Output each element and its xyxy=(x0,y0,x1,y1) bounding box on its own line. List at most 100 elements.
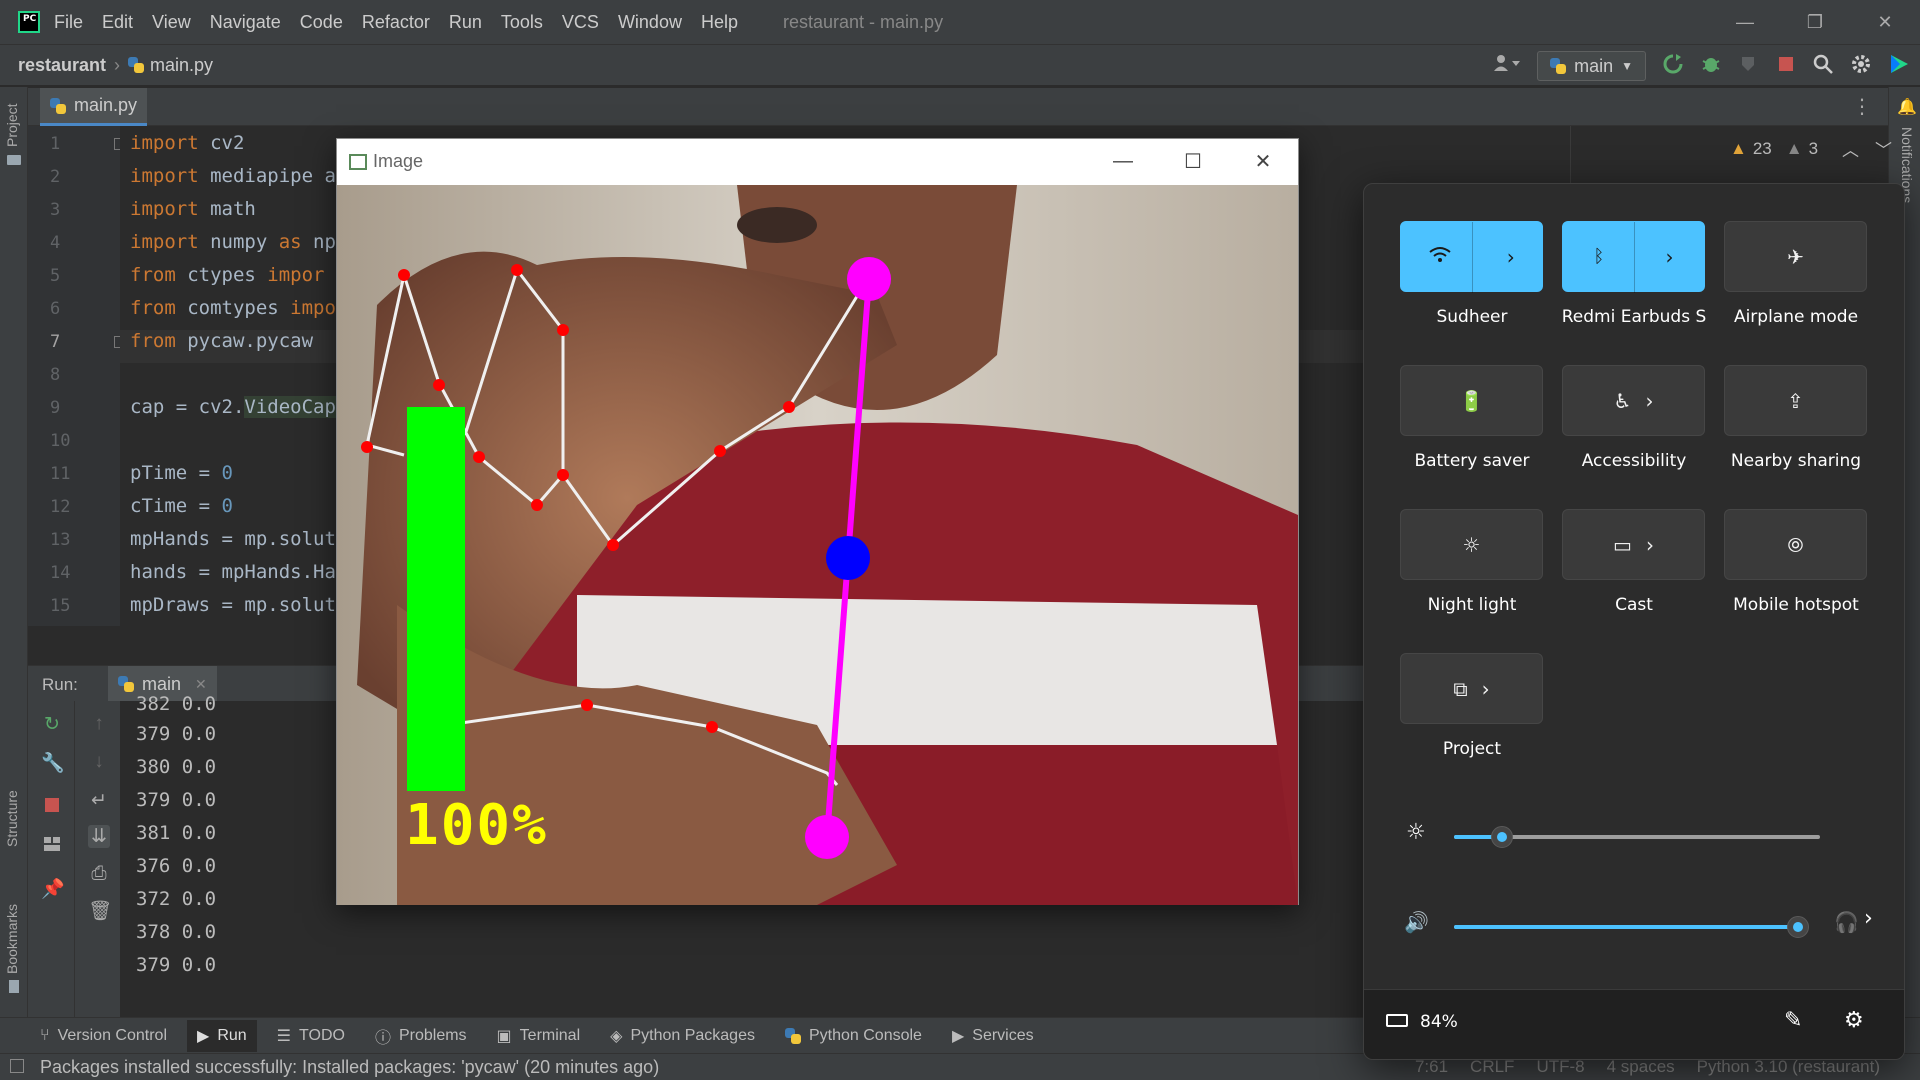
night-light-tile[interactable]: ☼ xyxy=(1400,509,1543,580)
line-number: 15 xyxy=(50,596,71,616)
terminal-tool[interactable]: ▣ Terminal xyxy=(497,1026,581,1046)
chevron-right-icon[interactable]: › xyxy=(1665,245,1673,269)
wrench-icon[interactable]: 🔧 xyxy=(41,751,65,775)
mobile-hotspot-label: Mobile hotspot xyxy=(1733,595,1859,615)
previous-highlight-icon[interactable]: ︿ xyxy=(1842,136,1859,161)
brightness-slider[interactable] xyxy=(1454,826,1820,848)
settings-gear-icon[interactable] xyxy=(1850,53,1872,80)
speaker-icon[interactable]: 🔊 xyxy=(1404,910,1429,934)
close-tab-icon[interactable]: ✕ xyxy=(195,676,207,693)
version-control-tool[interactable]: ⑂ Version Control xyxy=(40,1027,167,1045)
pin-icon[interactable]: 📌 xyxy=(41,877,65,901)
opencv-image-window[interactable]: Image — ☐ ✕ 100% xyxy=(336,138,1299,905)
brightness-icon: ☼ xyxy=(1462,532,1481,557)
battery-saver-label: Battery saver xyxy=(1414,451,1530,471)
restore-button[interactable]: ❐ xyxy=(1780,0,1850,44)
structure-tool-tab[interactable]: Structure xyxy=(4,790,20,847)
file-encoding[interactable]: UTF-8 xyxy=(1536,1057,1584,1077)
arrow-up-icon[interactable]: ↑ xyxy=(88,713,110,735)
breadcrumb-project[interactable]: restaurant xyxy=(18,55,106,76)
stop-icon[interactable] xyxy=(1776,54,1796,79)
run-config-selector[interactable]: main ▼ xyxy=(1537,51,1646,81)
airplane-mode-tile[interactable]: ✈ xyxy=(1724,221,1867,292)
line-separator[interactable]: CRLF xyxy=(1470,1057,1514,1077)
tab-main-py[interactable]: main.py xyxy=(40,88,148,126)
weak-warning-icon: ▲ xyxy=(1785,138,1803,158)
bookmarks-tool-tab[interactable]: Bookmarks xyxy=(4,904,20,974)
mobile-hotspot-tile[interactable]: ⦾ xyxy=(1724,509,1867,580)
python-interpreter[interactable]: Python 3.10 (restaurant) xyxy=(1697,1057,1880,1077)
cast-tile[interactable]: ▭ › xyxy=(1562,509,1705,580)
volume-slider[interactable] xyxy=(1454,916,1809,938)
image-close-button[interactable]: ✕ xyxy=(1228,139,1298,184)
debug-icon[interactable] xyxy=(1700,53,1722,80)
more-options-icon[interactable]: ⋮ xyxy=(1852,94,1872,119)
menu-file[interactable]: File xyxy=(54,12,83,33)
menu-code[interactable]: Code xyxy=(300,12,343,33)
rerun-icon[interactable]: ↻ xyxy=(41,713,63,736)
volume-slider-thumb[interactable] xyxy=(1787,916,1809,938)
menu-run[interactable]: Run xyxy=(449,12,482,33)
arrow-down-icon[interactable]: ↓ xyxy=(88,751,110,773)
image-minimize-button[interactable]: — xyxy=(1088,139,1158,184)
layout-icon[interactable] xyxy=(41,836,63,858)
branch-icon: ⑂ xyxy=(40,1026,50,1044)
project-tool-tab[interactable]: Project xyxy=(4,103,20,147)
menu-refactor[interactable]: Refactor xyxy=(362,12,430,33)
caret-position[interactable]: 7:61 xyxy=(1415,1057,1448,1077)
scroll-to-end-icon[interactable]: ⇊ xyxy=(88,825,110,848)
status-toggle-icon[interactable] xyxy=(10,1059,24,1073)
status-message[interactable]: Packages installed successfully: Install… xyxy=(40,1057,659,1078)
print-icon[interactable]: ⎙ xyxy=(88,863,110,885)
menu-vcs[interactable]: VCS xyxy=(562,12,599,33)
minimize-button[interactable]: — xyxy=(1710,0,1780,44)
python-console-tool[interactable]: Python Console xyxy=(784,1026,922,1045)
chevron-right-icon[interactable]: › xyxy=(1864,906,1873,931)
bluetooth-tile[interactable]: ᛒ › xyxy=(1562,221,1705,293)
run-tool[interactable]: ▶ Run xyxy=(187,1019,257,1052)
todo-tool[interactable]: ☰ TODO xyxy=(277,1026,345,1046)
menu-navigate[interactable]: Navigate xyxy=(210,12,281,33)
coverage-icon[interactable] xyxy=(1738,53,1760,80)
image-maximize-button[interactable]: ☐ xyxy=(1158,139,1228,184)
problems-tool[interactable]: ⓘ Problems xyxy=(375,1024,467,1048)
search-icon[interactable] xyxy=(1812,53,1834,80)
indent-setting[interactable]: 4 spaces xyxy=(1607,1057,1675,1077)
jetbrains-toolbox-icon[interactable] xyxy=(1888,53,1910,80)
next-highlight-icon[interactable]: ﹀ xyxy=(1875,136,1892,161)
console-line: 380 0.0 xyxy=(136,756,217,778)
battery-saver-tile[interactable]: 🔋 xyxy=(1400,365,1543,436)
menu-help[interactable]: Help xyxy=(701,12,738,33)
battery-icon[interactable] xyxy=(1386,1014,1408,1027)
python-packages-tool[interactable]: ◈ Python Packages xyxy=(610,1026,755,1046)
settings-gear-icon[interactable]: ⚙ xyxy=(1844,1008,1864,1033)
brightness-slider-thumb[interactable] xyxy=(1491,826,1513,848)
python-console-label: Python Console xyxy=(808,1026,922,1044)
trash-icon[interactable]: 🗑 xyxy=(88,899,112,923)
code-line: import mediapipe a xyxy=(130,165,336,187)
soft-wrap-icon[interactable]: ↵ xyxy=(88,789,110,812)
menu-window[interactable]: Window xyxy=(618,12,682,33)
pycharm-logo-icon[interactable]: PC xyxy=(18,11,40,33)
nearby-sharing-tile[interactable]: ⇪ xyxy=(1724,365,1867,436)
notifications-bell-icon[interactable]: 🔔 xyxy=(1897,97,1917,117)
chevron-right-icon[interactable]: › xyxy=(1507,245,1515,269)
services-tool[interactable]: ▶ Services xyxy=(952,1026,1034,1046)
stop-icon[interactable] xyxy=(41,797,63,819)
menu-view[interactable]: View xyxy=(152,12,191,33)
close-button[interactable]: ✕ xyxy=(1850,0,1920,44)
accessibility-tile[interactable]: ♿ › xyxy=(1562,365,1705,436)
battery-percentage[interactable]: 84% xyxy=(1420,1012,1458,1032)
code-line: from pycaw.pycaw xyxy=(130,330,325,352)
project-tile[interactable]: ⧉ › xyxy=(1400,653,1543,724)
image-window-titlebar[interactable]: Image — ☐ ✕ xyxy=(337,139,1298,184)
wifi-tile[interactable]: › xyxy=(1400,221,1543,293)
breadcrumb-file[interactable]: main.py xyxy=(128,55,213,76)
menu-tools[interactable]: Tools xyxy=(501,12,543,33)
inspection-widget[interactable]: ▲ 23 ▲ 3 ︿ ﹀ xyxy=(1730,136,1892,161)
headphones-icon[interactable]: 🎧 xyxy=(1834,910,1859,934)
rerun-icon[interactable] xyxy=(1662,53,1684,80)
menu-edit[interactable]: Edit xyxy=(102,12,133,33)
edit-pencil-icon[interactable]: ✎ xyxy=(1784,1008,1802,1033)
user-icon[interactable] xyxy=(1493,53,1521,79)
